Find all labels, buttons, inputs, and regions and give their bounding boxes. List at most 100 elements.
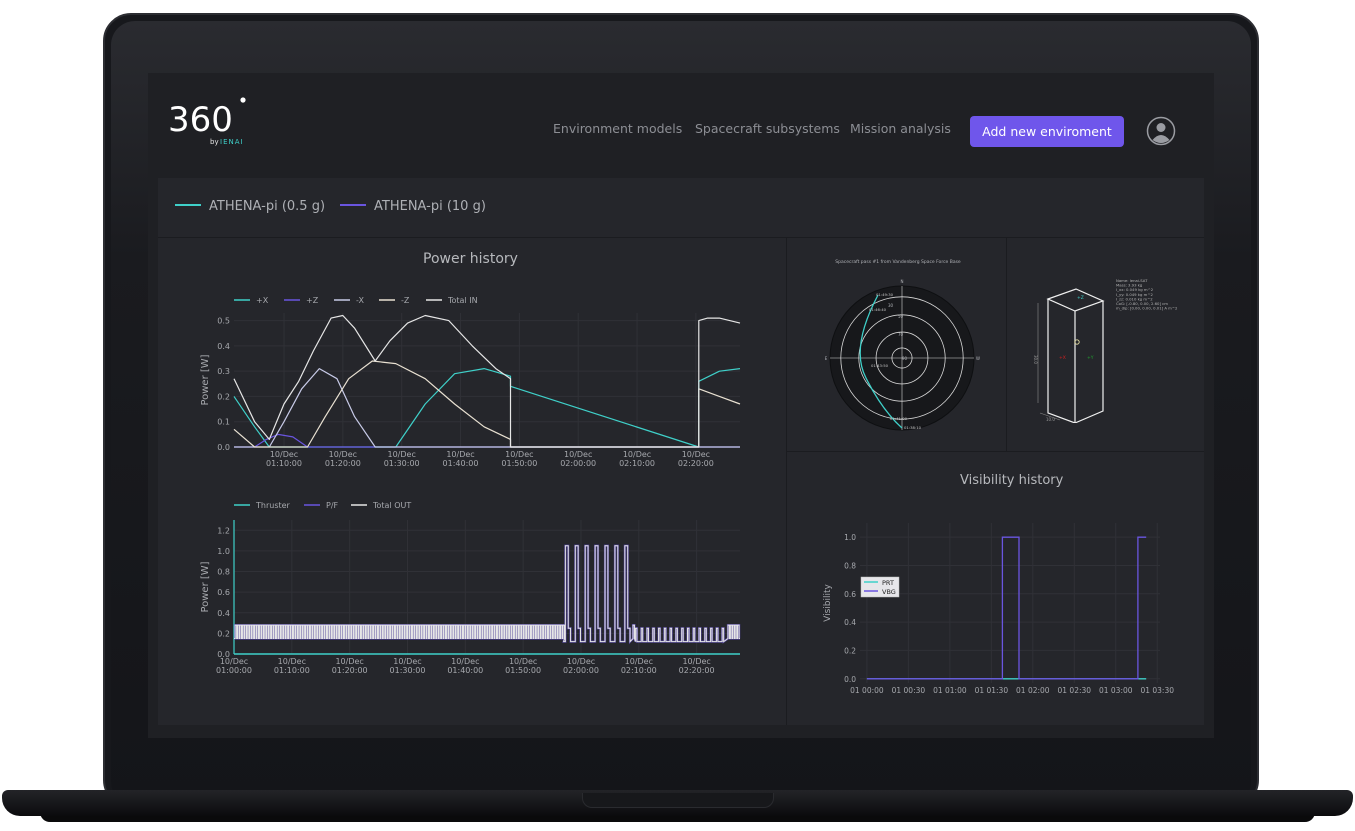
x-tick-label: 01 03:00 bbox=[1099, 686, 1133, 695]
x-tick-label: 10/Dec bbox=[335, 657, 363, 666]
scenario-label: ATHENA-pi (0.5 g) bbox=[209, 199, 326, 214]
x-tick-label: 01 00:00 bbox=[850, 686, 884, 695]
y-tick-label: 0.5 bbox=[217, 317, 230, 326]
legend-label: Thruster bbox=[255, 501, 291, 510]
x-tick-label: 01 01:30 bbox=[975, 686, 1009, 695]
x-tick-label: 10/Dec bbox=[625, 657, 653, 666]
polar-cardinal: N bbox=[901, 279, 904, 284]
power-in-chart: 0.00.10.20.30.40.510/Dec01:10:0010/Dec01… bbox=[200, 296, 741, 468]
x-tick-label: 10/Dec bbox=[564, 450, 592, 459]
logo-text: 360 bbox=[168, 100, 233, 140]
polar-cardinal: E bbox=[825, 356, 828, 361]
y-tick-label: 0.1 bbox=[217, 418, 230, 427]
x-tick-label: 01:40:00 bbox=[447, 666, 483, 675]
app-logo[interactable]: 360 by IENAI bbox=[168, 95, 258, 151]
add-environment-button[interactable]: Add new enviroment bbox=[970, 116, 1124, 147]
nav-spacecraft-subsystems[interactable]: Spacecraft subsystems bbox=[695, 121, 840, 136]
x-tick-label: 01:10:00 bbox=[266, 459, 302, 468]
polar-ring-label: 30 bbox=[888, 303, 894, 308]
x-tick-label: 10/Dec bbox=[329, 450, 357, 459]
legend-swatch-purple bbox=[340, 203, 366, 206]
divider bbox=[1006, 238, 1007, 451]
x-tick-label: 10/Dec bbox=[505, 450, 533, 459]
pass-time-label: 01:49:30 bbox=[876, 292, 894, 297]
laptop-notch bbox=[582, 793, 774, 808]
series-line-totalin bbox=[233, 314, 741, 448]
y-tick-label: 0.8 bbox=[844, 561, 856, 570]
scenario-legend-item[interactable]: ATHENA-pi (10 g) bbox=[340, 199, 486, 214]
legend-label: +X bbox=[256, 296, 269, 305]
x-tick-label: 01 00:30 bbox=[892, 686, 926, 695]
visibility-history-title: Visibility history bbox=[960, 473, 1064, 488]
x-tick-label: 02:10:00 bbox=[619, 459, 655, 468]
nav-environment-models[interactable]: Environment models bbox=[553, 121, 682, 136]
axis-label-y: +Y bbox=[1087, 355, 1094, 361]
x-tick-label: 01 03:30 bbox=[1140, 686, 1174, 695]
x-tick-label: 01:20:00 bbox=[325, 459, 361, 468]
x-tick-label: 10/Dec bbox=[567, 657, 595, 666]
y-tick-label: 0.2 bbox=[217, 392, 230, 401]
spacecraft-3d-view: 30.010.0+Z+X +YName: Ienai-SATMass: 3.93 … bbox=[1033, 278, 1178, 423]
y-axis-label: Power [W] bbox=[200, 354, 211, 405]
box-right bbox=[1074, 301, 1104, 423]
y-tick-label: 0.4 bbox=[217, 609, 230, 618]
scenario-legend-item[interactable]: ATHENA-pi (0.5 g) bbox=[175, 199, 325, 214]
polar-ring-label: 50 bbox=[898, 314, 904, 319]
box-left bbox=[1047, 299, 1076, 423]
y-tick-label: 1.0 bbox=[844, 533, 856, 542]
logo-sub-prefix: by bbox=[210, 138, 219, 146]
power-out-chart: 0.00.20.40.60.81.01.210/Dec01:00:0010/De… bbox=[200, 501, 741, 675]
x-tick-label: 01:20:00 bbox=[332, 666, 368, 675]
y-tick-label: 0.0 bbox=[217, 443, 230, 452]
legend-label: -Z bbox=[401, 296, 410, 305]
y-tick-label: 0.3 bbox=[217, 367, 230, 376]
scenario-label: ATHENA-pi (10 g) bbox=[374, 199, 486, 214]
x-tick-label: 02:20:00 bbox=[679, 666, 715, 675]
polar-cardinal: W bbox=[976, 356, 980, 361]
y-tick-label: 1.2 bbox=[217, 526, 230, 535]
x-tick-label: 01:50:00 bbox=[501, 459, 537, 468]
x-tick-label: 02:10:00 bbox=[621, 666, 657, 675]
series-line-x bbox=[233, 368, 741, 448]
x-tick-label: 10/Dec bbox=[278, 657, 306, 666]
x-tick-label: 01:30:00 bbox=[384, 459, 420, 468]
polar-title: Spacecraft pass #1 from Vandenberg Space… bbox=[835, 259, 961, 265]
dim-width-label: 10.0 bbox=[1046, 417, 1055, 422]
box-top bbox=[1046, 288, 1105, 312]
x-tick-label: 10/Dec bbox=[509, 657, 537, 666]
x-tick-label: 10/Dec bbox=[393, 657, 421, 666]
scenario-legend: ATHENA-pi (0.5 g) ATHENA-pi (10 g) bbox=[158, 178, 1204, 238]
app-screen: 360 by IENAI Environment models Spacecra… bbox=[148, 73, 1214, 738]
x-tick-label: 10/Dec bbox=[451, 657, 479, 666]
spacecraft-info-line: m_dip: [0.00, 0.00, 0.01] A m^2 bbox=[1116, 306, 1178, 311]
axis-label-x: +X bbox=[1059, 355, 1066, 361]
x-tick-label: 01 01:00 bbox=[933, 686, 967, 695]
logo-degree-icon bbox=[240, 97, 246, 103]
logo-sub-brand: IENAI bbox=[220, 138, 244, 146]
y-tick-label: 0.2 bbox=[217, 629, 230, 638]
visibility-chart: 0.0 0.2 0.4 0.6 0.8 1.0 01 00:00 01 00:30 01 01:… bbox=[823, 523, 1174, 695]
x-tick-label: 02:00:00 bbox=[563, 666, 599, 675]
axis-label-z: +Z bbox=[1077, 295, 1084, 301]
x-tick-label: 10/Dec bbox=[388, 450, 416, 459]
y-tick-label: 0.6 bbox=[217, 588, 230, 597]
y-axis-label: Visibility bbox=[823, 583, 833, 621]
legend-swatch-teal bbox=[175, 203, 201, 206]
divider bbox=[787, 451, 1204, 452]
polar-ring-label: 90 bbox=[902, 356, 908, 361]
polar-ring-label: 70 bbox=[898, 332, 904, 337]
nav-mission-analysis[interactable]: Mission analysis bbox=[850, 121, 951, 136]
legend-label: VBG bbox=[882, 588, 896, 596]
legend-label: Total IN bbox=[447, 296, 478, 305]
x-tick-label: 01:40:00 bbox=[443, 459, 479, 468]
dim-height-label: 30.0 bbox=[1033, 355, 1038, 364]
divider bbox=[786, 238, 787, 725]
user-avatar-icon[interactable] bbox=[1146, 116, 1176, 146]
x-tick-label: 01:30:00 bbox=[390, 666, 426, 675]
x-tick-label: 10/Dec bbox=[682, 657, 710, 666]
y-tick-label: 1.0 bbox=[217, 547, 230, 556]
pass-time-label: 01:43:50 bbox=[871, 363, 889, 368]
y-tick-label: 0.4 bbox=[844, 618, 856, 627]
pass-time-label: 01:41:00 bbox=[890, 416, 908, 421]
legend-label: Total OUT bbox=[372, 501, 411, 510]
